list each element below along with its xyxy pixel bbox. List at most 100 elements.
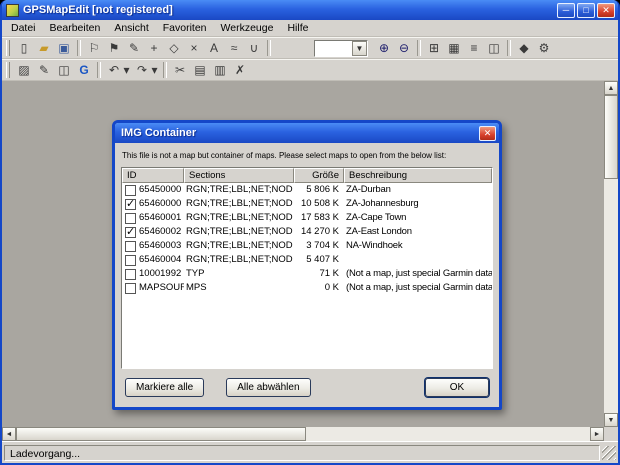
img-container-dialog: IMG Container ✕ This file is not a map b… [112, 120, 502, 410]
horizontal-scrollbar[interactable]: ◄ ► [2, 427, 604, 441]
resize-grip[interactable] [602, 445, 616, 460]
horizontal-scroll-thumb[interactable] [16, 427, 306, 441]
draw-polyline-icon[interactable]: ✎ [125, 39, 143, 57]
tiles-icon[interactable]: ◫ [485, 39, 503, 57]
row-checkbox[interactable] [125, 254, 136, 266]
erase-icon[interactable]: × [185, 39, 203, 57]
cell-description: ZA-Durban [346, 184, 391, 195]
separator [507, 40, 511, 56]
route-icon[interactable]: ≈ [225, 39, 243, 57]
vertical-scroll-thumb[interactable] [604, 95, 618, 179]
pencil-icon[interactable]: ✎ [35, 61, 53, 79]
objects-icon[interactable]: ◆ [515, 39, 533, 57]
layers-icon[interactable]: ≡ [465, 39, 483, 57]
table-row[interactable]: 65460000 RGN;TRE;LBL;NET;NOD 10 508 K ZA… [122, 197, 492, 211]
hatch-icon[interactable]: ▨ [15, 61, 33, 79]
menu-item[interactable]: Hilfe [280, 21, 315, 35]
menu-item[interactable]: Datei [4, 21, 43, 35]
cell-id: 65460002 [122, 225, 184, 239]
new-file-icon[interactable]: ▯ [15, 39, 33, 57]
row-checkbox[interactable] [125, 212, 136, 224]
row-checkbox[interactable] [125, 240, 136, 252]
row-checkbox[interactable] [125, 197, 136, 211]
table-row[interactable]: MAPSOURC MPS 0 K (Not a map, just specia… [122, 281, 492, 295]
row-checkbox[interactable] [125, 268, 136, 280]
column-header[interactable]: Sections [184, 168, 294, 183]
table-row[interactable]: 65460004 RGN;TRE;LBL;NET;NOD 5 407 K [122, 253, 492, 267]
scroll-up-icon[interactable]: ▲ [604, 81, 618, 95]
workspace: ▲ ▼ ◄ ► IMG Container ✕ This file is not… [2, 81, 618, 441]
menu-item[interactable]: Bearbeiten [43, 21, 108, 35]
scale-combo[interactable]: ▼ [314, 39, 368, 57]
toolbar-grip[interactable] [6, 62, 10, 78]
icon-glyph: ◫ [58, 63, 70, 77]
row-checkbox[interactable] [125, 225, 136, 239]
cell-size: 3 704 K [306, 240, 339, 251]
deselect-all-button[interactable]: Alle abwählen [226, 378, 311, 397]
cell-size: 5 407 K [306, 254, 339, 265]
settings-icon[interactable]: ⚙ [535, 39, 553, 57]
undo-icon[interactable]: ↶ [105, 61, 123, 79]
menu-item[interactable]: Ansicht [107, 21, 155, 35]
row-checkbox[interactable] [125, 282, 136, 294]
add-node-icon[interactable]: + [145, 39, 163, 57]
icon-glyph: + [150, 41, 158, 55]
paste-icon[interactable]: ▥ [211, 61, 229, 79]
list-body: 65450000 RGN;TRE;LBL;NET;NOD 5 806 K ZA-… [122, 183, 492, 368]
cell-description: ZA-Cape Town [346, 212, 407, 223]
select-all-button[interactable]: Markiere alle [125, 378, 205, 397]
window-title: GPSMapEdit [not registered] [23, 4, 173, 16]
combo-dropdown-icon[interactable]: ▼ [352, 40, 367, 56]
menu-item[interactable]: Favoriten [156, 21, 214, 35]
zoom-out-icon[interactable]: ⊖ [395, 39, 413, 57]
cell-id: 10001992 [122, 267, 184, 281]
maximize-button[interactable]: □ [577, 2, 595, 18]
mesh-icon[interactable]: ▦ [445, 39, 463, 57]
save-icon[interactable]: ▣ [55, 39, 73, 57]
table-row[interactable]: 65450000 RGN;TRE;LBL;NET;NOD 5 806 K ZA-… [122, 183, 492, 197]
scroll-down-icon[interactable]: ▼ [604, 413, 618, 427]
ok-button[interactable]: OK [425, 378, 489, 397]
table-row[interactable]: 65460002 RGN;TRE;LBL;NET;NOD 14 270 K ZA… [122, 225, 492, 239]
overlay-icon[interactable]: ◫ [55, 61, 73, 79]
scale-combo-value [315, 41, 352, 56]
delete-icon[interactable]: ✗ [231, 61, 249, 79]
column-header[interactable]: Beschreibung [344, 168, 492, 183]
toolbar-grip[interactable] [6, 40, 10, 56]
cell-sections: RGN;TRE;LBL;NET;NOD [186, 212, 293, 223]
copy-icon[interactable]: ▤ [191, 61, 209, 79]
move-vertex-icon[interactable]: ◇ [165, 39, 183, 57]
grid-icon[interactable]: ⊞ [425, 39, 443, 57]
row-checkbox[interactable] [125, 184, 136, 196]
table-row[interactable]: 10001992 TYP 71 K (Not a map, just speci… [122, 267, 492, 281]
table-row[interactable]: 65460003 RGN;TRE;LBL;NET;NOD 3 704 K NA-… [122, 239, 492, 253]
redo-menu-icon[interactable]: ▾ [150, 61, 159, 79]
add-flag-icon[interactable]: ⚑ [105, 39, 123, 57]
titlebar[interactable]: GPSMapEdit [not registered] ─ □ ✕ [2, 0, 618, 20]
cell-sections: RGN;TRE;LBL;NET;NOD [186, 254, 293, 265]
magnet-icon[interactable]: ∪ [245, 39, 263, 57]
cell-size: 17 583 K [300, 212, 339, 223]
zoom-in-icon[interactable]: ⊕ [375, 39, 393, 57]
menu-item[interactable]: Werkzeuge [214, 21, 281, 35]
dialog-close-button[interactable]: ✕ [479, 125, 496, 141]
cut-icon[interactable]: ✂ [171, 61, 189, 79]
open-file-icon[interactable]: ▰ [35, 39, 53, 57]
google-earth-icon[interactable]: G [75, 61, 93, 79]
close-button[interactable]: ✕ [597, 2, 615, 18]
separator [163, 62, 167, 78]
table-row[interactable]: 65460001 RGN;TRE;LBL;NET;NOD 17 583 K ZA… [122, 211, 492, 225]
undo-menu-icon[interactable]: ▾ [122, 61, 131, 79]
icon-glyph: ▾ [151, 63, 158, 77]
dialog-titlebar[interactable]: IMG Container ✕ [115, 123, 499, 143]
column-header[interactable]: Größe [294, 168, 344, 183]
minimize-button[interactable]: ─ [557, 2, 575, 18]
scroll-right-icon[interactable]: ► [590, 427, 604, 441]
vertical-scrollbar[interactable]: ▲ ▼ [604, 81, 618, 427]
label-icon[interactable]: A [205, 39, 223, 57]
icon-glyph: ↷ [136, 63, 148, 77]
scroll-left-icon[interactable]: ◄ [2, 427, 16, 441]
add-waypoint-icon[interactable]: ⚐ [85, 39, 103, 57]
column-header[interactable]: ID [122, 168, 184, 183]
redo-icon[interactable]: ↷ [133, 61, 151, 79]
